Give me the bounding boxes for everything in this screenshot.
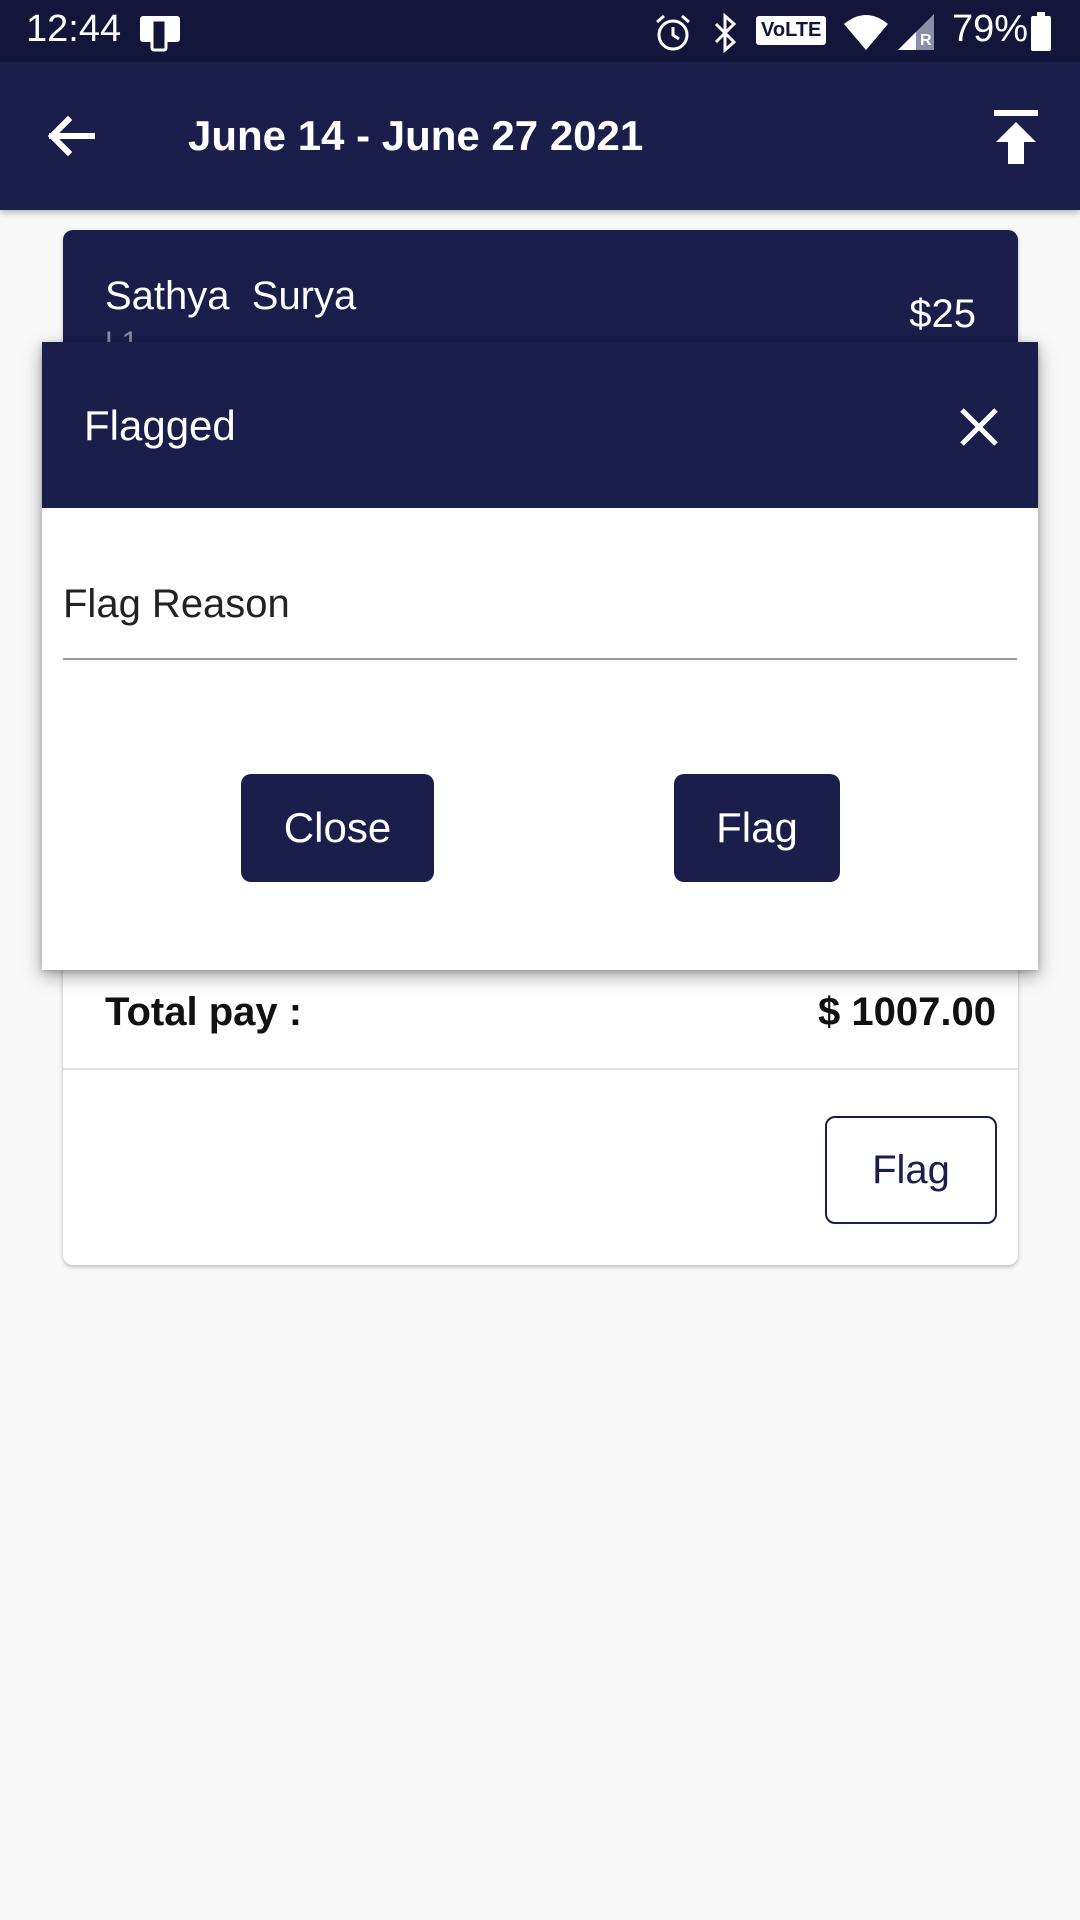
status-time: 12:44 (26, 8, 122, 50)
card-flag-button[interactable]: Flag (825, 1116, 997, 1224)
bluetooth-icon (710, 12, 740, 59)
dialog-title: Flagged (84, 402, 236, 449)
upload-top-icon (994, 110, 1038, 164)
wifi-icon (842, 12, 890, 57)
upload-button[interactable] (990, 108, 1042, 168)
page-title: June 14 - June 27 2021 (188, 112, 644, 159)
arrow-left-icon (47, 115, 95, 157)
signal-icon: R (896, 12, 936, 57)
total-pay-row: Total pay : $ 1007.00 (63, 960, 1018, 1070)
close-button[interactable]: Close (241, 774, 434, 882)
volte-label: VoLTE (756, 16, 827, 45)
dialog-dismiss-button[interactable] (954, 402, 1004, 452)
dialog-header: Flagged (42, 342, 1038, 508)
flag-dialog: Flagged Flag Reason Close Flag (42, 342, 1038, 970)
status-bar: 12:44 VoLTE R 79% (0, 0, 1080, 62)
alarm-icon (652, 12, 694, 59)
phone-device-icon (138, 12, 182, 57)
app-bar: June 14 - June 27 2021 (0, 62, 1080, 210)
volte-icon: VoLTE (756, 16, 827, 45)
flag-reason-input[interactable]: Flag Reason (63, 582, 1017, 660)
battery-percent: 79% (952, 8, 1029, 50)
flag-reason-label: Flag Reason (63, 582, 290, 626)
total-pay-value: $ 1007.00 (818, 990, 996, 1034)
battery-icon (1030, 12, 1052, 57)
employee-name: Sathya Surya (105, 274, 357, 318)
employee-rate: $25 (909, 292, 976, 336)
flag-button[interactable]: Flag (674, 774, 840, 882)
back-button[interactable] (40, 106, 104, 166)
roaming-label: R (920, 32, 932, 49)
total-pay-label: Total pay : (105, 990, 303, 1034)
close-x-icon (960, 408, 998, 446)
